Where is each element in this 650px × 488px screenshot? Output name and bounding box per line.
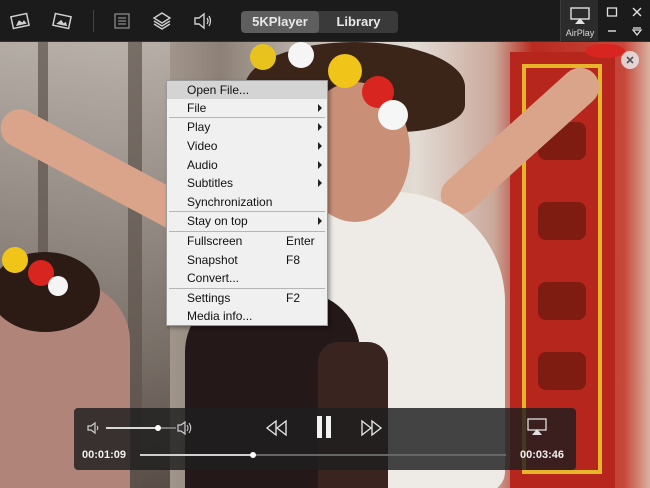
context-menu: Open File... File Play Video Audio Subtitles S… [166,80,328,326]
submenu-arrow-icon [318,179,322,187]
toolbar-divider [93,10,94,32]
menu-item[interactable]: Stay on top [167,212,327,230]
video-flower [2,247,28,273]
airplay-button[interactable]: AirPlay [560,0,598,42]
menu-item-shortcut: F8 [286,253,301,267]
video-flower [328,54,362,88]
menu-item[interactable]: Synchronization [167,193,327,211]
video-flower [288,42,314,68]
menu-item[interactable]: Snapshot F8 [167,251,327,269]
menu-item-label: Play [187,120,211,134]
speaker-icon[interactable] [191,9,215,33]
menu-item-label: Audio [187,158,218,172]
video-banner-character [538,352,586,390]
maximize-icon [606,7,618,17]
video-flower [378,100,408,130]
seek-handle[interactable] [250,452,257,458]
menu-item-label: Settings [187,291,231,305]
menu-item[interactable]: Open File... [167,81,327,99]
top-bar: 5KPlayer Library AirPlay [0,0,650,42]
menu-item-shortcut: Enter [286,234,315,248]
menu-item[interactable]: Fullscreen Enter [167,232,327,250]
menu-item-label: Open File... [187,83,250,97]
volume-slider[interactable] [106,425,176,431]
layers-icon[interactable] [150,9,174,33]
mode-tabs: 5KPlayer Library [241,11,398,33]
airplay-icon [527,418,547,435]
volume-max-button[interactable] [176,419,196,437]
menu-item-label: Snapshot [187,253,238,267]
video-banner-character [538,282,586,320]
maximize-button[interactable] [605,5,619,19]
menu-item-label: File [187,101,207,115]
pause-icon [317,416,331,438]
playback-controls: 00:01:09 00:03:46 [74,408,576,470]
menu-separator [169,231,325,232]
airplay-icon [570,7,590,24]
seek-progress [140,454,254,456]
close-icon [632,7,642,17]
menu-item[interactable]: Convert... [167,269,327,287]
airplay-cast-button[interactable] [526,417,548,437]
volume-handle[interactable] [154,425,161,431]
volume-level [106,427,158,429]
menu-separator [169,288,325,289]
rewind-icon [265,419,287,437]
photo-icon[interactable] [8,9,32,33]
menu-item[interactable]: Video [167,137,327,155]
menu-item[interactable]: Audio [167,156,327,174]
playlist-icon[interactable] [110,9,134,33]
menu-item-shortcut: F2 [286,291,301,305]
fast-forward-icon [361,419,383,437]
menu-item[interactable]: Settings F2 [167,289,327,307]
menu-item[interactable]: Media info... [167,307,327,325]
video-flower [250,44,276,70]
submenu-arrow-icon [318,104,322,112]
menu-separator [169,117,325,118]
gallery-icon[interactable] [50,9,74,33]
menu-separator [169,211,325,212]
submenu-arrow-icon [318,217,322,225]
total-duration: 00:03:46 [520,449,565,461]
menu-item-label: Convert... [187,271,240,285]
menu-item[interactable]: Play [167,118,327,136]
menu-item-label: Stay on top [187,214,248,228]
video-flower [585,44,625,58]
seek-bar[interactable] [140,452,506,458]
minimize-icon [608,30,616,32]
volume-low-icon [87,421,99,435]
tab-5kplayer[interactable]: 5KPlayer [241,11,319,33]
close-video-button[interactable] [621,51,639,69]
menu-item[interactable]: Subtitles [167,174,327,192]
airplay-label: AirPlay [565,28,595,38]
tab-library[interactable]: Library [319,11,398,33]
rewind-button[interactable] [264,416,290,440]
pause-button[interactable] [312,412,336,442]
menu-item-label: Subtitles [187,176,234,190]
fast-forward-button[interactable] [358,416,384,440]
minimize-button[interactable] [605,24,619,38]
menu-item[interactable]: File [167,99,327,117]
close-button[interactable] [630,5,644,19]
video-banner-character [538,202,586,240]
chevron-down-icon [631,27,643,37]
submenu-arrow-icon [318,161,322,169]
submenu-arrow-icon [318,123,322,131]
submenu-arrow-icon [318,142,322,150]
menu-item-label: Fullscreen [187,234,243,248]
close-icon [626,56,634,64]
dropdown-menu-button[interactable] [630,24,644,38]
video-flower [48,276,68,296]
menu-item-label: Synchronization [187,195,273,209]
menu-item-label: Video [187,139,218,153]
mute-button[interactable] [86,420,102,436]
volume-high-icon [177,420,192,436]
elapsed-time: 00:01:09 [82,449,127,461]
menu-item-label: Media info... [187,309,253,323]
